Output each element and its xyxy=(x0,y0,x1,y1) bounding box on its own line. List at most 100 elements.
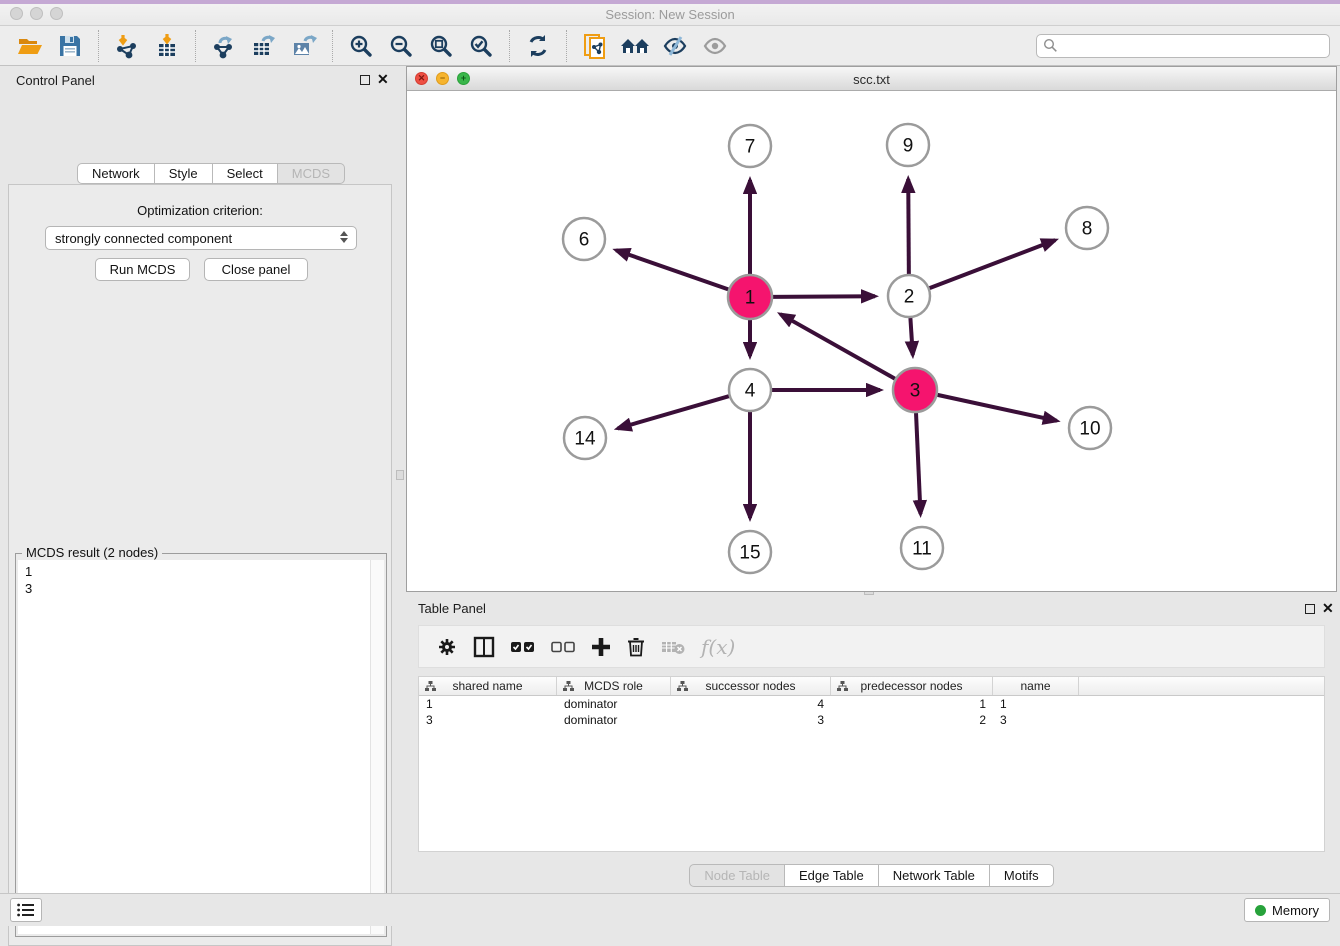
delete-table-icon xyxy=(661,639,685,655)
column-header-mcds-role[interactable]: MCDS role xyxy=(557,677,671,695)
run-mcds-button[interactable]: Run MCDS xyxy=(95,258,190,281)
trash-icon xyxy=(627,637,645,657)
tab-network[interactable]: Network xyxy=(77,163,155,184)
column-label: predecessor nodes xyxy=(860,679,962,693)
export-image-button[interactable] xyxy=(288,30,320,62)
mcds-result-text[interactable]: 1 3 xyxy=(18,560,370,934)
graph-edge[interactable] xyxy=(908,179,909,274)
create-column-button[interactable] xyxy=(591,637,611,657)
network-canvas[interactable]: 7968124314101511 xyxy=(407,91,1336,591)
table-settings-button[interactable] xyxy=(437,637,457,657)
toolbar-separator xyxy=(332,30,333,62)
optimization-criterion-select[interactable]: strongly connected component xyxy=(45,226,357,250)
control-panel: Control Panel ✕ Network Style Select MCD… xyxy=(0,66,398,888)
column-header-name[interactable]: name xyxy=(993,677,1079,695)
tab-edge-table[interactable]: Edge Table xyxy=(785,864,879,887)
save-icon xyxy=(57,33,83,59)
graph-node-label: 6 xyxy=(579,230,590,251)
column-header-successor-nodes[interactable]: successor nodes xyxy=(671,677,831,695)
clone-network-button[interactable] xyxy=(579,30,611,62)
search-input[interactable] xyxy=(1062,38,1323,53)
graph-edge[interactable] xyxy=(937,395,1056,421)
graph-edge[interactable] xyxy=(930,240,1056,288)
zoom-selected-button[interactable] xyxy=(465,30,497,62)
float-panel-icon[interactable] xyxy=(360,75,370,85)
cell-mcds-role[interactable]: dominator xyxy=(557,712,671,728)
cell-name[interactable]: 3 xyxy=(993,712,1079,728)
cell-shared-name[interactable]: 3 xyxy=(419,712,557,728)
node-table: shared name MCDS role successor nodes xyxy=(418,676,1325,852)
optimization-criterion-value: strongly connected component xyxy=(55,231,232,246)
export-image-icon xyxy=(291,33,317,59)
zoom-in-button[interactable] xyxy=(345,30,377,62)
graph-node-label: 9 xyxy=(903,136,914,157)
import-network-button[interactable] xyxy=(111,30,143,62)
document-network-icon xyxy=(582,33,608,59)
delete-table-button[interactable] xyxy=(661,639,685,655)
graph-edge[interactable] xyxy=(910,318,912,355)
tab-motifs[interactable]: Motifs xyxy=(990,864,1054,887)
cell-predecessor-nodes[interactable]: 1 xyxy=(831,696,993,712)
column-header-predecessor-nodes[interactable]: predecessor nodes xyxy=(831,677,993,695)
tab-select[interactable]: Select xyxy=(213,163,278,184)
graph-edge[interactable] xyxy=(916,413,920,514)
cell-successor-nodes[interactable]: 3 xyxy=(671,712,831,728)
tab-network-table[interactable]: Network Table xyxy=(879,864,990,887)
select-all-columns-button[interactable] xyxy=(511,641,535,653)
export-table-icon xyxy=(251,33,277,59)
task-history-button[interactable] xyxy=(10,898,42,922)
close-panel-button[interactable]: Close panel xyxy=(204,258,308,281)
graph-node-label: 7 xyxy=(745,137,756,158)
search-icon xyxy=(1043,38,1058,53)
function-builder-button[interactable]: f(x) xyxy=(701,635,735,659)
fx-icon: f(x) xyxy=(701,635,735,659)
vertical-splitter-grip[interactable] xyxy=(396,470,404,480)
memory-button[interactable]: Memory xyxy=(1244,898,1330,922)
refresh-button[interactable] xyxy=(522,30,554,62)
export-network-button[interactable] xyxy=(208,30,240,62)
checked-boxes-icon xyxy=(511,641,535,653)
search-box[interactable] xyxy=(1036,34,1330,58)
cell-predecessor-nodes[interactable]: 2 xyxy=(831,712,993,728)
tree-icon xyxy=(677,681,688,692)
graph-edge[interactable] xyxy=(773,296,875,297)
zoom-fit-button[interactable] xyxy=(425,30,457,62)
graph-edge[interactable] xyxy=(618,396,729,428)
close-panel-icon[interactable]: ✕ xyxy=(377,71,389,88)
homes-icon xyxy=(619,33,651,59)
result-scrollbar[interactable] xyxy=(370,560,384,934)
float-table-panel-icon[interactable] xyxy=(1305,604,1315,614)
close-table-panel-icon[interactable]: ✕ xyxy=(1322,600,1334,617)
cell-name[interactable]: 1 xyxy=(993,696,1079,712)
table-row[interactable]: 1 dominator 4 1 1 xyxy=(419,696,1324,712)
import-table-button[interactable] xyxy=(151,30,183,62)
zoom-out-button[interactable] xyxy=(385,30,417,62)
network-window-titlebar[interactable]: ✕ − + scc.txt xyxy=(407,67,1336,91)
zoom-in-icon xyxy=(348,33,374,59)
table-header-row: shared name MCDS role successor nodes xyxy=(419,677,1324,696)
save-session-button[interactable] xyxy=(54,30,86,62)
column-header-shared-name[interactable]: shared name xyxy=(419,677,557,695)
table-row[interactable]: 3 dominator 3 2 3 xyxy=(419,712,1324,728)
cell-mcds-role[interactable]: dominator xyxy=(557,696,671,712)
cell-successor-nodes[interactable]: 4 xyxy=(671,696,831,712)
tab-mcds[interactable]: MCDS xyxy=(278,163,345,184)
tab-node-table[interactable]: Node Table xyxy=(689,864,785,887)
delete-columns-button[interactable] xyxy=(627,637,645,657)
open-session-button[interactable] xyxy=(14,30,46,62)
mcds-panel: Optimization criterion: strongly connect… xyxy=(8,184,392,946)
graph-edge[interactable] xyxy=(780,314,894,379)
unselect-all-columns-button[interactable] xyxy=(551,641,575,653)
show-details-button[interactable] xyxy=(699,30,731,62)
cell-shared-name[interactable]: 1 xyxy=(419,696,557,712)
show-column-button[interactable] xyxy=(473,636,495,658)
table-panel-title: Table Panel xyxy=(418,601,486,616)
graph-edge[interactable] xyxy=(616,250,728,289)
network-analyzer-button[interactable] xyxy=(619,30,651,62)
unchecked-boxes-icon xyxy=(551,641,575,653)
hide-details-button[interactable] xyxy=(659,30,691,62)
main-toolbar xyxy=(0,26,1340,66)
export-table-button[interactable] xyxy=(248,30,280,62)
tab-style[interactable]: Style xyxy=(155,163,213,184)
graph-node-label: 15 xyxy=(739,543,760,564)
